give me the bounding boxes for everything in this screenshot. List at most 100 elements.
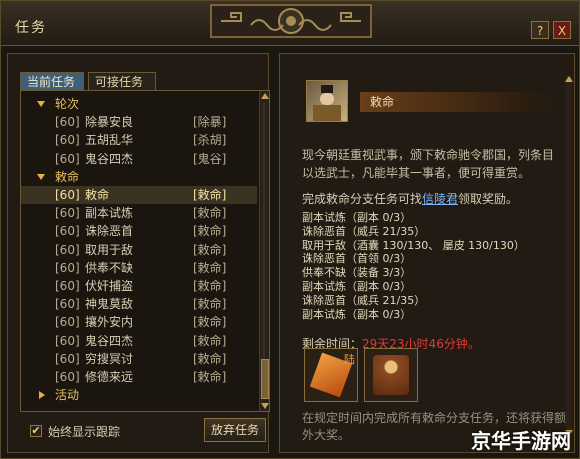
quest-level: [60] [55,206,80,221]
caret-right-icon[interactable] [39,391,45,400]
quest-level: [60] [55,351,80,366]
quest-description: 现今朝廷重视武事，颁下敕命驰令郡国，列条目以选武士，凡能毕其一事者，便可得重赏。 [302,148,555,180]
quest-title: 敕命 [360,92,558,112]
objective-line: 诛除恶首（威兵 21/35） [302,224,426,238]
npc-portrait [306,80,348,122]
quest-level: [60] [55,242,80,257]
quest-level: [60] [55,224,80,239]
objective-line: 诛除恶首（首领 0/3） [302,252,412,266]
quest-detail-panel: 敕命 现今朝廷重视武事，颁下敕命驰令郡国，列条目以选武士，凡能毕其一事者，便可得… [279,53,575,453]
quest-name: 修德来远 [85,370,134,384]
quest-level: [60] [55,297,80,312]
scroll-thumb[interactable] [261,359,269,399]
quest-list-item[interactable]: [60] 五胡乱华 [杀胡] [21,131,257,149]
quest-category: [敕命] [193,242,227,257]
checkmark-icon: ✔ [31,424,41,437]
close-button[interactable]: X [553,21,571,39]
window-title: 任务 [15,20,47,36]
quest-list-item[interactable]: [60] 鬼谷四杰 [敕命] [21,332,257,350]
quest-level: [60] [55,315,80,330]
objective-line: 取用于敌（酒囊 130/130、 屡皮 130/130） [302,238,525,252]
objective-line: 供奉不缺（装备 3/3） [302,266,412,280]
quest-list: 轮次 [60] 除暴安良 [除暴] [60] 五胡乱华 [杀胡] [60] 鬼谷四杰 [鬼谷] 敕命… [20,90,270,412]
quest-category: [敕命] [193,351,227,366]
quest-list-item[interactable]: [60] 副本试炼 [敕命] [21,204,257,222]
quest-level: [60] [55,260,80,275]
reward-item-warrior[interactable] [364,348,418,402]
reward-suffix: 领取奖励。 [458,192,519,206]
tab-available-quests[interactable]: 可接任务 [88,72,156,90]
quest-category: [敕命] [193,260,227,275]
quest-list-item[interactable]: [60] 伏奸捕盗 [敕命] [21,277,257,295]
quest-category: [敕命] [193,279,227,293]
quest-group-label: 活动 [55,388,80,403]
always-track-checkbox[interactable]: ✔ [30,425,42,437]
objective-line: 副本试炼（副本 0/3） [302,307,412,321]
quest-window: 任务 ? X 当前任务 可接任务 轮次 [60] 除暴安良 [除暴] [60] 五胡乱华[… [0,0,580,459]
quest-category: [敕命] [193,315,227,330]
reward-prefix: 完成敕命分支任务可找 [302,192,423,206]
reward-item-gem[interactable]: 陆 [304,348,358,402]
quest-list-item[interactable]: [60] 鬼谷四杰 [鬼谷] [21,150,257,168]
quest-level: [60] [55,133,80,148]
quest-name: 供奉不缺 [85,260,134,275]
quest-list-item[interactable]: [60] 取用于敌 [敕命] [21,241,257,259]
quest-list-item[interactable]: [60] 除暴安良 [除暴] [21,113,257,131]
quest-category: [敕命] [193,333,227,348]
quest-name: 鬼谷四杰 [85,151,134,166]
scroll-up-icon[interactable] [565,76,573,82]
quest-category: [敕命] [193,297,227,312]
quest-name: 攘外安内 [85,315,134,330]
quest-list-item[interactable]: [60] 敕命 [敕命] [21,186,257,204]
quest-category: [杀胡] [193,133,227,148]
quest-category: [敕命] [193,224,227,239]
quest-level: [60] [55,279,80,293]
quest-list-scrollbar[interactable] [259,91,269,411]
objective-line: 副本试炼（副本 0/3） [302,211,412,224]
abandon-quest-button[interactable]: 放弃任务 [204,418,266,442]
quest-category: [鬼谷] [193,151,227,166]
quest-list-item[interactable]: [60] 穷搜冥讨 [敕命] [21,350,257,368]
quest-name: 取用于敌 [85,242,134,257]
quest-category: [敕命] [193,206,227,221]
title-ornament [210,4,372,38]
reward-item-tag: 陆 [344,353,355,366]
quest-group[interactable]: 敕命 [21,168,257,186]
scroll-down-icon[interactable] [261,403,269,409]
quest-group[interactable]: 轮次 [21,95,257,113]
title-bar[interactable]: 任务 ? X [1,1,579,46]
scroll-track [263,103,265,399]
quest-list-item[interactable]: [60] 神鬼莫敌 [敕命] [21,295,257,313]
help-button[interactable]: ? [531,21,549,39]
quest-list-item[interactable]: [60] 供奉不缺 [敕命] [21,259,257,277]
quest-name: 副本试炼 [85,206,134,221]
quest-name: 神鬼莫敌 [85,297,134,312]
quest-list-item[interactable]: [60] 诛除恶首 [敕命] [21,222,257,240]
watermark: 京华手游网 [471,429,571,453]
quest-name: 穷搜冥讨 [85,351,134,366]
always-track-label: 始终显示跟踪 [48,425,121,439]
quest-category: [除暴] [193,115,227,130]
npc-link[interactable]: 信陵君 [422,192,458,206]
caret-down-icon[interactable] [37,173,45,180]
detail-scrollbar[interactable] [565,76,573,436]
reward-instruction: 完成敕命分支任务可找信陵君领取奖励。 [302,190,518,207]
quest-list-item[interactable]: [60] 修德来远 [敕命] [21,368,257,386]
quest-group-label: 轮次 [55,97,80,111]
quest-name: 五胡乱华 [85,133,134,148]
quest-name: 除暴安良 [85,115,134,130]
quest-category: [敕命] [193,188,227,202]
quest-group[interactable]: 活动 [21,386,257,404]
quest-list-panel: 当前任务 可接任务 轮次 [60] 除暴安良 [除暴] [60] 五胡乱华 [杀胡] [60]… [7,53,270,453]
quest-level: [60] [55,333,80,348]
quest-level: [60] [55,188,80,202]
scroll-up-icon[interactable] [261,93,269,99]
objective-line: 诛除恶首（威兵 21/35） [302,293,426,307]
quest-list-item[interactable]: [60] 攘外安内 [敕命] [21,313,257,331]
tab-current-quests[interactable]: 当前任务 [20,72,84,90]
caret-down-icon[interactable] [37,101,45,107]
quest-name: 鬼谷四杰 [85,333,134,348]
quest-name: 伏奸捕盗 [85,279,134,293]
warrior-icon [373,355,409,395]
quest-name: 敕命 [85,188,110,202]
